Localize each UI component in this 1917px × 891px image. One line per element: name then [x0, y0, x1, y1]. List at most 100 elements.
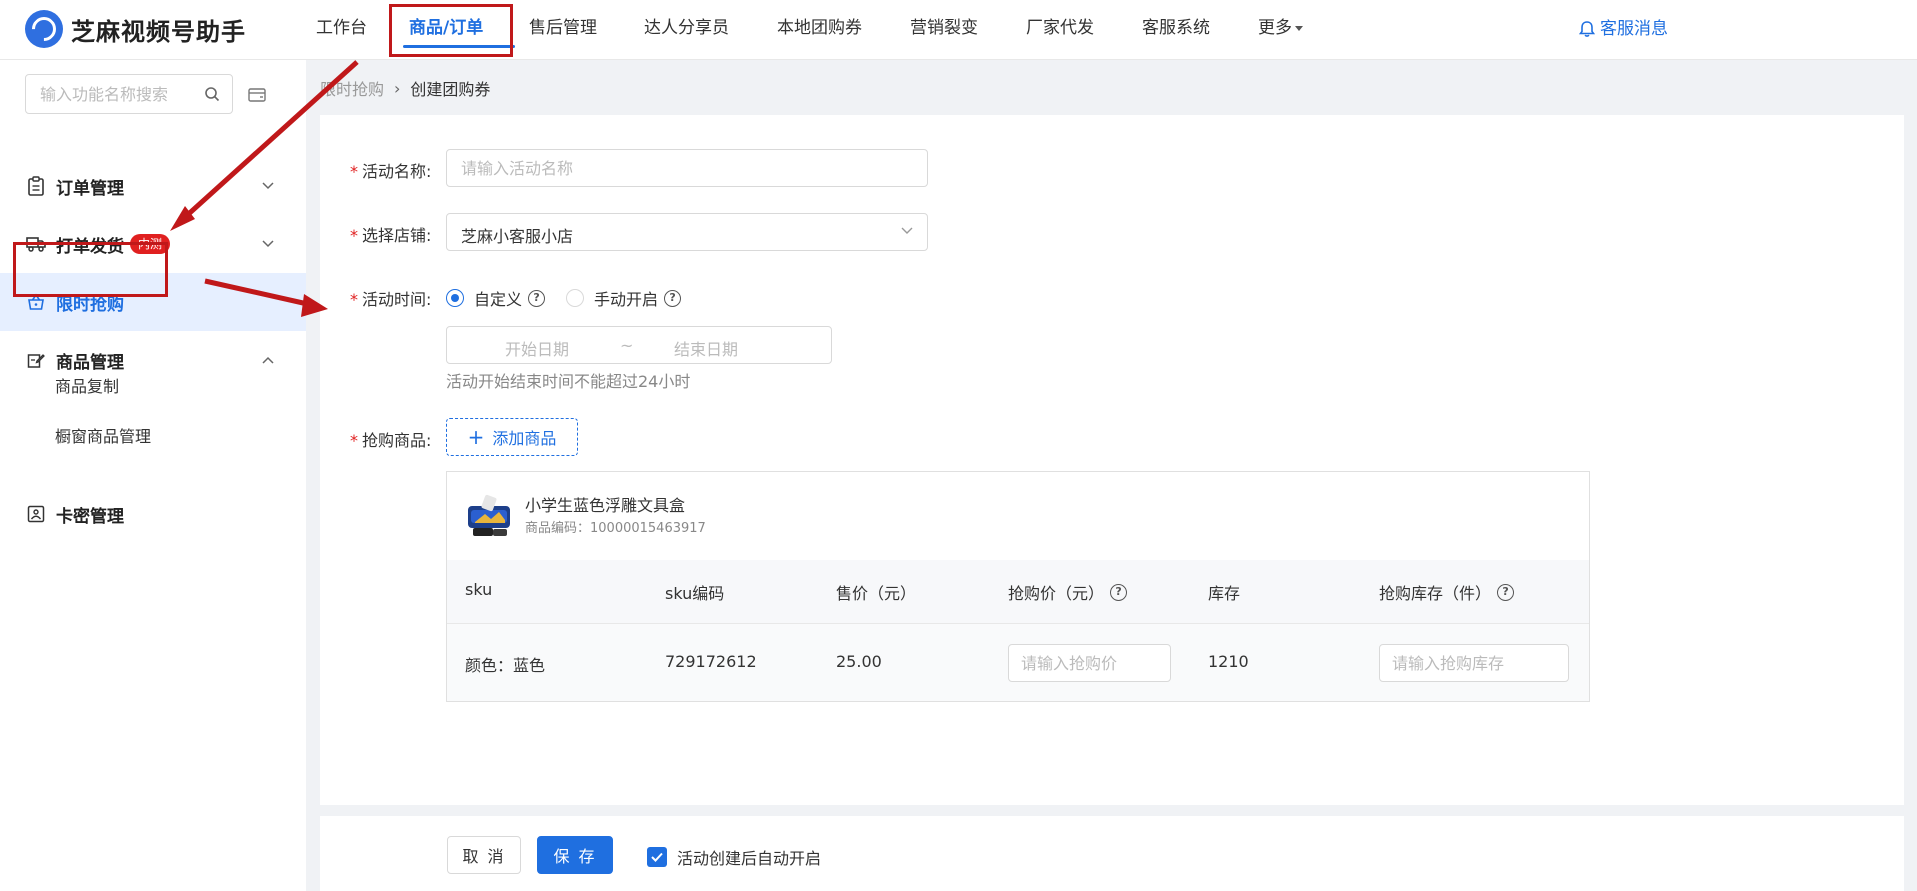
- activity-name-input[interactable]: [447, 150, 927, 186]
- sidebar-item-label: 限时抢购: [56, 294, 124, 315]
- chevron-down-icon: [262, 182, 274, 190]
- flash-price-input[interactable]: [1009, 645, 1170, 681]
- chevron-down-icon: [262, 240, 274, 248]
- flash-stock-input[interactable]: [1380, 645, 1568, 681]
- shop-select[interactable]: 芝麻小客服小店: [446, 213, 928, 251]
- radio-unselected-icon: [566, 289, 584, 307]
- date-range-picker[interactable]: 开始日期 ~ 结束日期: [446, 326, 832, 364]
- table-row: 颜色：蓝色 729172612 25.00 1210: [447, 624, 1589, 701]
- radio-selected-icon: [446, 289, 464, 307]
- radio-label: 手动开启: [594, 290, 659, 309]
- nav-customer-service[interactable]: 客服系统: [1142, 0, 1258, 58]
- flash-goods-label: * 抢购商品:: [350, 431, 432, 450]
- form-footer: 取 消 保 存 活动创建后自动开启: [320, 816, 1904, 891]
- nav-goods-orders[interactable]: 商品/订单: [389, 0, 529, 58]
- activity-name-field: [446, 149, 928, 187]
- flash-stock-field: [1379, 644, 1569, 682]
- start-date-placeholder[interactable]: 开始日期: [505, 336, 569, 360]
- radio-manual-start[interactable]: 手动开启 ?: [566, 286, 682, 310]
- chevron-down-icon: [901, 227, 913, 234]
- goods-card: 小学生蓝色浮雕文具盒 商品编码：10000015463917 sku sku编码…: [446, 471, 1590, 702]
- sidebar-item-orders[interactable]: 订单管理: [0, 157, 306, 215]
- nav-marketing[interactable]: 营销裂变: [910, 0, 1026, 58]
- sidebar-item-goods[interactable]: 商品管理: [0, 331, 306, 389]
- help-icon[interactable]: ?: [1497, 583, 1515, 601]
- breadcrumb-current: 创建团购券: [410, 80, 491, 99]
- column-header-flash-stock: 抢购库存（件）?: [1379, 580, 1515, 604]
- card-icon: [26, 504, 46, 524]
- breadcrumb-separator: ›: [394, 78, 401, 98]
- sidebar-subitem-goods-copy[interactable]: 商品复制: [55, 373, 119, 397]
- cell-stock: 1210: [1208, 652, 1249, 671]
- save-button[interactable]: 保 存: [537, 836, 613, 874]
- beta-badge: 内测: [130, 234, 171, 254]
- checkbox-checked-icon: [647, 847, 667, 867]
- sidebar-item-card-keys[interactable]: 卡密管理: [0, 485, 306, 543]
- sidebar-subitem-window-goods[interactable]: 橱窗商品管理: [55, 423, 151, 447]
- flash-price-field: [1008, 644, 1171, 682]
- cell-sku: 颜色：蓝色: [465, 656, 546, 675]
- radio-label: 自定义: [474, 290, 523, 309]
- breadcrumb-parent[interactable]: 限时抢购: [320, 76, 384, 100]
- nav-dropship[interactable]: 厂家代发: [1026, 0, 1142, 58]
- function-search: [25, 74, 233, 114]
- column-header-stock: 库存: [1208, 584, 1241, 603]
- app-name: 芝麻视频号助手: [71, 17, 246, 46]
- product-thumbnail: [468, 494, 510, 536]
- bell-icon: [1578, 21, 1596, 37]
- time-hint: 活动开始结束时间不能超过24小时: [446, 372, 691, 391]
- nav-local-coupons[interactable]: 本地团购券: [777, 0, 910, 58]
- sidebar-item-label: 卡密管理: [56, 506, 124, 527]
- messages-label: 客服消息: [1600, 19, 1668, 39]
- add-goods-button[interactable]: + 添加商品: [446, 418, 578, 456]
- end-date-placeholder[interactable]: 结束日期: [674, 336, 738, 360]
- calendar-icon[interactable]: [248, 87, 266, 103]
- auto-start-label: 活动创建后自动开启: [677, 849, 822, 868]
- nav-influencers[interactable]: 达人分享员: [644, 0, 777, 58]
- customer-messages[interactable]: 客服消息: [1578, 0, 1668, 58]
- column-header-sku: sku: [465, 580, 493, 599]
- help-icon[interactable]: ?: [664, 289, 682, 307]
- activity-time-label: * 活动时间:: [350, 290, 432, 309]
- sidebar-item-label: 打单发货: [56, 236, 124, 257]
- activity-name-label: * 活动名称:: [350, 162, 432, 181]
- basket-icon: [26, 292, 46, 312]
- sidebar: 订单管理 打单发货 内测 限时抢购 商品管理 商品复制 橱窗商品管理 卡密管理: [0, 60, 306, 891]
- shop-select-value: 芝麻小客服小店: [461, 227, 574, 246]
- nav-more-label: 更多: [1258, 18, 1292, 38]
- auto-start-checkbox[interactable]: 活动创建后自动开启: [647, 845, 821, 869]
- plus-icon: +: [467, 425, 485, 449]
- radio-custom-time[interactable]: 自定义 ?: [446, 286, 546, 310]
- shop-label: * 选择店铺:: [350, 226, 432, 245]
- nav-more[interactable]: 更多: [1258, 0, 1338, 58]
- caret-down-icon: [1295, 25, 1303, 31]
- top-bar: 芝麻视频号助手 工作台 商品/订单 售后管理 达人分享员 本地团购券 营销裂变 …: [0, 0, 1917, 60]
- column-header-price: 售价（元）: [836, 584, 917, 603]
- sidebar-item-shipping[interactable]: 打单发货 内测: [0, 215, 306, 273]
- chevron-up-icon: [262, 356, 274, 364]
- column-header-flash-price: 抢购价（元）?: [1008, 580, 1128, 604]
- logo-icon: [25, 10, 63, 48]
- column-header-sku-code: sku编码: [665, 584, 725, 603]
- goods-edit-icon: [26, 350, 46, 370]
- cancel-button[interactable]: 取 消: [447, 836, 521, 874]
- sidebar-item-label: 订单管理: [56, 178, 124, 199]
- nav-workbench[interactable]: 工作台: [294, 0, 389, 58]
- product-title: 小学生蓝色浮雕文具盒: [525, 496, 686, 515]
- app-logo[interactable]: 芝麻视频号助手: [25, 10, 246, 48]
- nav-after-sales[interactable]: 售后管理: [529, 0, 644, 58]
- add-goods-label: 添加商品: [492, 429, 557, 448]
- search-icon[interactable]: [204, 86, 220, 102]
- help-icon[interactable]: ?: [528, 289, 546, 307]
- sidebar-item-flash-sale[interactable]: 限时抢购: [0, 273, 306, 331]
- sku-table-header: sku sku编码 售价（元） 抢购价（元）? 库存 抢购库存（件）?: [447, 560, 1589, 624]
- truck-icon: [26, 234, 46, 254]
- function-search-input[interactable]: [26, 75, 196, 113]
- date-range-separator: ~: [620, 336, 634, 355]
- breadcrumb: 限时抢购 › 创建团购券: [320, 76, 490, 100]
- cell-price: 25.00: [836, 652, 882, 671]
- clipboard-icon: [26, 176, 46, 196]
- help-icon[interactable]: ?: [1110, 583, 1128, 601]
- sidebar-item-label: 商品管理: [56, 352, 124, 373]
- top-nav: 工作台 商品/订单 售后管理 达人分享员 本地团购券 营销裂变 厂家代发 客服系…: [294, 0, 1338, 58]
